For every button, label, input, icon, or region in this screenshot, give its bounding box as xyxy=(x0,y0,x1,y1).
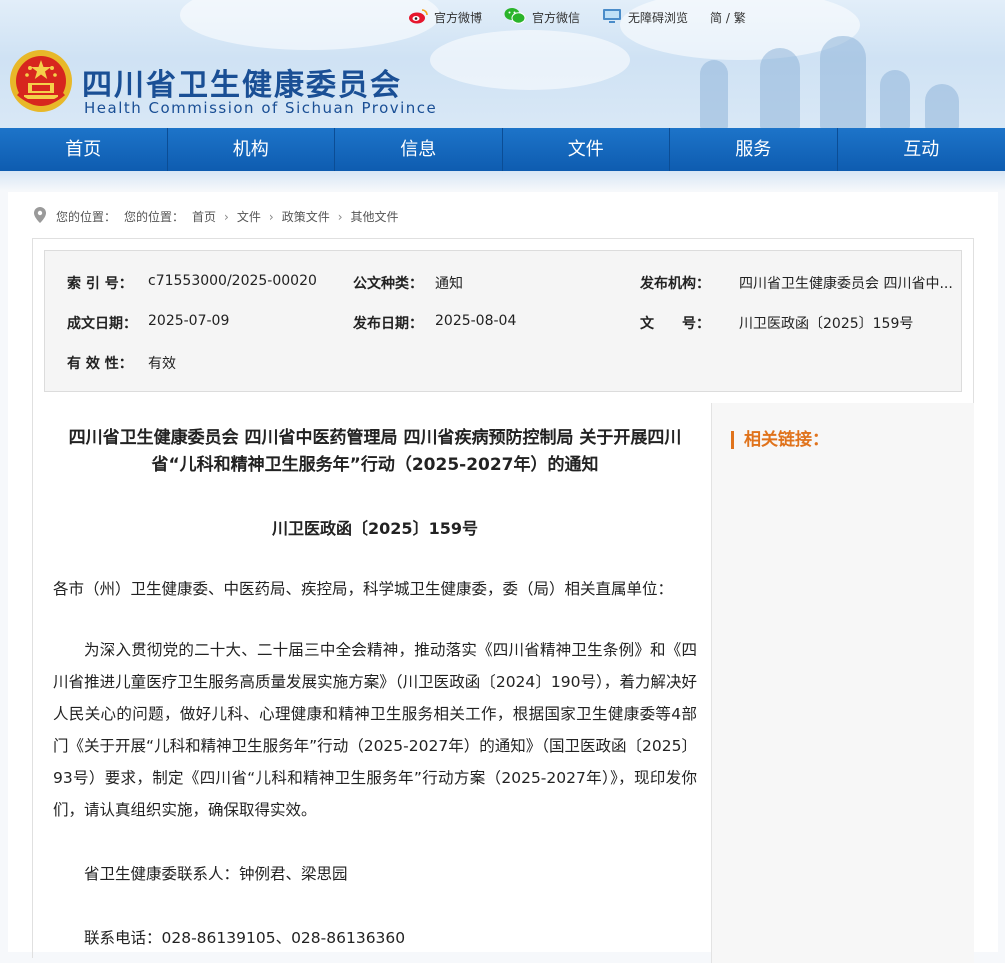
validity-value: 有效 xyxy=(148,353,176,373)
chevron-right-icon: › xyxy=(338,210,343,224)
doc-number-value: 川卫医政函〔2025〕159号 xyxy=(739,313,913,333)
breadcrumb-prefix: 您的位置： xyxy=(56,208,116,225)
header-cloud xyxy=(180,0,440,50)
document-metadata: 索 引 号： c71553000/2025-00020 公文种类： 通知 发布机… xyxy=(44,250,962,392)
article-title: 四川省卫生健康委员会 四川省中医药管理局 四川省疾病预防控制局 关于开展四川省“… xyxy=(53,425,697,479)
meta-row: 索 引 号： c71553000/2025-00020 公文种类： 通知 发布机… xyxy=(45,273,961,293)
header-cloud xyxy=(430,30,630,90)
article-body-paragraph: 为深入贯彻党的二十大、二十届三中全会精神，推动落实《四川省精神卫生条例》和《四川… xyxy=(53,634,697,826)
content-panel: 您的位置： 您的位置： 首页 › 文件 › 政策文件 › 其他文件 索 引 号：… xyxy=(8,192,998,952)
accessibility-label: 无障碍浏览 xyxy=(628,9,688,26)
nav-item-home[interactable]: 首页 xyxy=(0,128,168,171)
breadcrumb: 您的位置： 您的位置： 首页 › 文件 › 政策文件 › 其他文件 xyxy=(32,206,399,227)
validity-label: 有 效 性： xyxy=(67,353,133,373)
site-title: 四川省卫生健康委员会 xyxy=(82,60,402,104)
national-emblem-logo xyxy=(8,48,74,114)
top-bar: 官方微博 官方微信 无障碍浏览 简 / 繁 xyxy=(408,6,746,28)
doc-type-value: 通知 xyxy=(435,273,463,293)
breadcrumb-other-documents[interactable]: 其他文件 xyxy=(351,208,399,225)
monitor-icon xyxy=(602,8,622,27)
family-silhouette xyxy=(925,84,959,130)
nav-item-information[interactable]: 信息 xyxy=(335,128,503,171)
publisher-value: 四川省卫生健康委员会 四川省中... xyxy=(739,273,953,293)
published-date-label: 发布日期： xyxy=(353,313,423,333)
weibo-icon xyxy=(408,8,428,27)
breadcrumb-home[interactable]: 首页 xyxy=(192,208,216,225)
index-value: c71553000/2025-00020 xyxy=(148,273,317,289)
article-contact-phone: 联系电话：028-86139105、028-86136360 xyxy=(53,922,697,954)
nav-item-documents[interactable]: 文件 xyxy=(503,128,671,171)
chevron-right-icon: › xyxy=(224,210,229,224)
related-links-sidebar: 相关链接： xyxy=(712,403,974,963)
nav-shadow xyxy=(0,171,1005,191)
breadcrumb-policy-documents[interactable]: 政策文件 xyxy=(282,208,330,225)
language-label: 简 / 繁 xyxy=(710,9,746,26)
family-silhouette xyxy=(700,60,728,130)
wechat-link[interactable]: 官方微信 xyxy=(504,7,580,28)
created-date-label: 成文日期： xyxy=(67,313,137,333)
language-toggle[interactable]: 简 / 繁 xyxy=(710,9,746,26)
family-silhouette xyxy=(820,36,866,130)
location-pin-icon xyxy=(32,206,48,227)
weibo-link[interactable]: 官方微博 xyxy=(408,8,482,27)
nav-item-services[interactable]: 服务 xyxy=(670,128,838,171)
published-date-value: 2025-08-04 xyxy=(435,313,516,329)
created-date-value: 2025-07-09 xyxy=(148,313,229,329)
nav-item-interaction[interactable]: 互动 xyxy=(838,128,1005,171)
family-silhouette xyxy=(760,48,800,130)
wechat-label: 官方微信 xyxy=(532,9,580,26)
chevron-right-icon: › xyxy=(269,210,274,224)
doc-type-label: 公文种类： xyxy=(353,273,423,293)
main-nav: 首页 机构 信息 文件 服务 互动 xyxy=(0,128,1005,171)
site-header: 官方微博 官方微信 无障碍浏览 简 / 繁 xyxy=(0,0,1005,130)
site-subtitle: Health Commission of Sichuan Province xyxy=(84,99,437,117)
wechat-icon xyxy=(504,7,526,28)
article-addressee: 各市（州）卫生健康委、中医药局、疾控局，科学城卫生健康委，委（局）相关直属单位： xyxy=(53,573,697,605)
meta-row: 成文日期： 2025-07-09 发布日期： 2025-08-04 文 号： 川… xyxy=(45,313,961,333)
family-silhouette xyxy=(880,70,910,130)
breadcrumb-documents[interactable]: 文件 xyxy=(237,208,261,225)
article-contact-person: 省卫生健康委联系人：钟例君、梁思园 xyxy=(53,858,697,890)
article-doc-number: 川卫医政函〔2025〕159号 xyxy=(53,515,697,539)
meta-row: 有 效 性： 有效 xyxy=(45,353,961,373)
publisher-label: 发布机构： xyxy=(640,273,710,293)
breadcrumb-current-position: 您的位置： xyxy=(124,208,184,225)
index-label: 索 引 号： xyxy=(67,273,133,293)
article: 四川省卫生健康委员会 四川省中医药管理局 四川省疾病预防控制局 关于开展四川省“… xyxy=(33,403,713,963)
content-frame: 索 引 号： c71553000/2025-00020 公文种类： 通知 发布机… xyxy=(32,238,974,958)
related-links-title: 相关链接： xyxy=(731,431,829,449)
nav-item-organization[interactable]: 机构 xyxy=(168,128,336,171)
doc-number-label: 文 号： xyxy=(640,313,710,333)
weibo-label: 官方微博 xyxy=(434,9,482,26)
accessibility-link[interactable]: 无障碍浏览 xyxy=(602,8,688,27)
